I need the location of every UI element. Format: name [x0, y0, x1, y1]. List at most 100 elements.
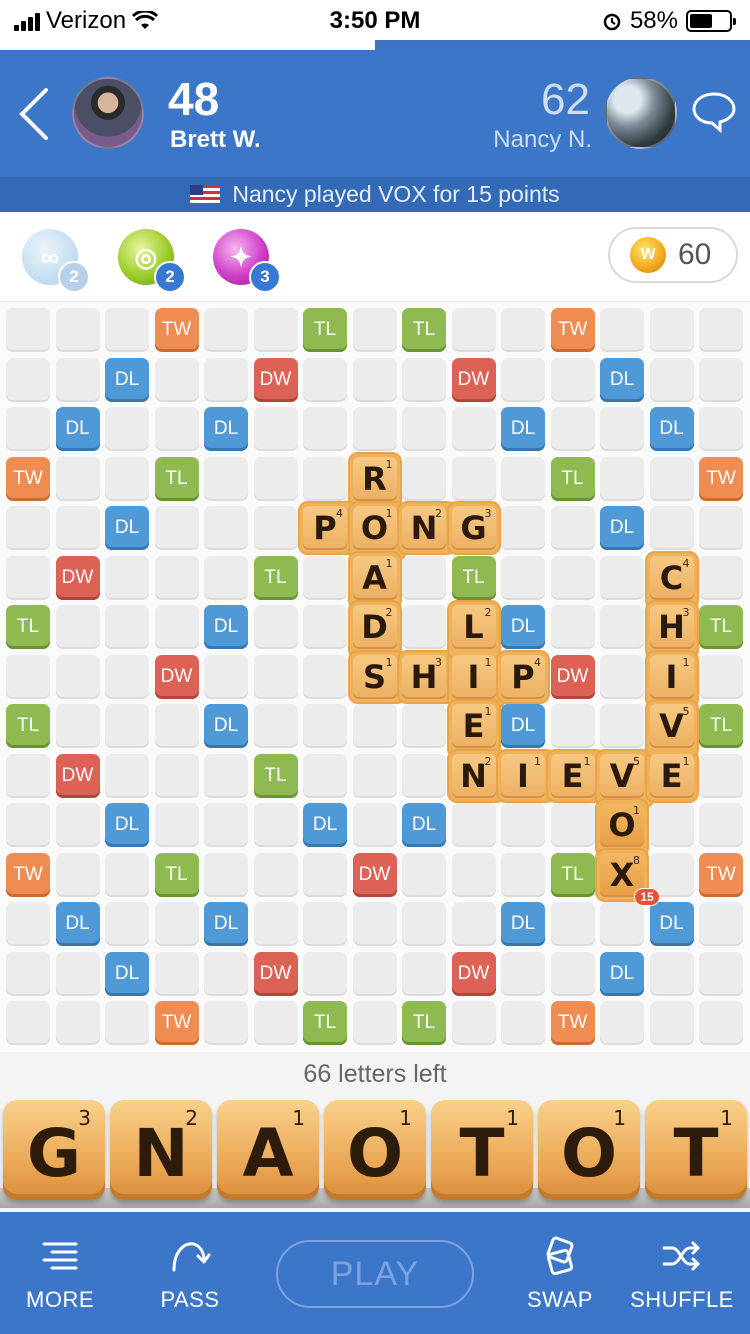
back-button[interactable] [14, 86, 54, 142]
hindsight-powerup[interactable]: ◎ 2 [118, 229, 186, 293]
board-cell[interactable] [253, 902, 298, 946]
board-cell[interactable] [55, 1001, 100, 1045]
bonus-cell-dl[interactable]: DL [600, 357, 644, 402]
board-cell[interactable] [649, 506, 694, 550]
board-cell[interactable] [402, 704, 446, 748]
board-cell[interactable] [55, 357, 100, 402]
bonus-cell-tl[interactable]: TL [699, 605, 743, 649]
board-cell[interactable] [204, 803, 248, 847]
board-cell[interactable] [253, 654, 298, 699]
board-cell[interactable] [303, 605, 347, 649]
bonus-cell-dl[interactable]: DL [204, 407, 248, 451]
board-cell[interactable] [105, 605, 149, 649]
board-cell[interactable] [352, 902, 397, 946]
board-cell[interactable] [303, 902, 347, 946]
board-cell[interactable] [6, 902, 50, 946]
board-cell[interactable] [402, 902, 446, 946]
board-cell[interactable] [699, 506, 743, 550]
board-cell[interactable] [600, 902, 644, 946]
board-cell[interactable] [303, 357, 347, 402]
bonus-cell-dw[interactable]: DW [55, 753, 100, 798]
board-cell[interactable] [501, 1001, 545, 1045]
board-cell[interactable] [649, 456, 694, 501]
board-cell[interactable] [105, 555, 149, 600]
board-cell[interactable] [204, 1001, 248, 1045]
board-cell[interactable] [154, 605, 199, 649]
board-cell[interactable] [699, 902, 743, 946]
bonus-cell-dw[interactable]: DW [451, 951, 496, 996]
board-cell[interactable] [253, 852, 298, 897]
bonus-cell-tw[interactable]: TW [6, 852, 50, 897]
board-cell[interactable] [105, 753, 149, 798]
board-cell[interactable] [204, 852, 248, 897]
board-cell[interactable] [649, 308, 694, 352]
board-cell[interactable] [451, 852, 496, 897]
board-cell[interactable] [649, 1001, 694, 1045]
board-cell[interactable] [352, 308, 397, 352]
board-cell[interactable] [550, 506, 595, 550]
board-cell[interactable] [402, 605, 446, 649]
board-cell[interactable] [6, 753, 50, 798]
board-cell[interactable] [6, 555, 50, 600]
bonus-cell-dl[interactable]: DL [501, 704, 545, 748]
board-cell[interactable] [204, 456, 248, 501]
board-cell[interactable] [55, 951, 100, 996]
board-cell[interactable] [699, 407, 743, 451]
board-cell[interactable] [6, 803, 50, 847]
bonus-cell-dl[interactable]: DL [649, 407, 694, 451]
bonus-cell-tw[interactable]: TW [699, 852, 743, 897]
board-cell[interactable] [154, 803, 199, 847]
board-cell[interactable] [303, 555, 347, 600]
board-cell[interactable] [451, 803, 496, 847]
bonus-cell-dw[interactable]: DW [352, 852, 397, 897]
board-cell[interactable] [55, 456, 100, 501]
bonus-cell-dl[interactable]: DL [204, 605, 248, 649]
board-cell[interactable] [105, 407, 149, 451]
bonus-cell-dl[interactable]: DL [501, 407, 545, 451]
board-cell[interactable] [253, 456, 298, 501]
bonus-cell-dl[interactable]: DL [105, 951, 149, 996]
board-cell[interactable] [402, 852, 446, 897]
bonus-cell-tw[interactable]: TW [154, 308, 199, 352]
board-cell[interactable] [352, 357, 397, 402]
board-cell[interactable] [649, 803, 694, 847]
board-cell[interactable] [55, 605, 100, 649]
bonus-cell-tl[interactable]: TL [699, 704, 743, 748]
board-cell[interactable] [154, 951, 199, 996]
board-cell[interactable] [699, 803, 743, 847]
rack-tile[interactable]: A1 [217, 1100, 319, 1200]
board-cell[interactable] [55, 654, 100, 699]
game-board[interactable]: TW TL TL TW DL DW DW DL DL DL DL DL TW TL TL TW DL DL DW TL… [0, 302, 750, 1052]
bonus-cell-tl[interactable]: TL [550, 852, 595, 897]
board-cell[interactable] [402, 456, 446, 501]
board-cell[interactable] [550, 704, 595, 748]
board-cell[interactable] [303, 456, 347, 501]
board-cell[interactable] [600, 605, 644, 649]
word-radar-powerup[interactable]: ∞ 2 [22, 229, 90, 293]
bonus-cell-tw[interactable]: TW [550, 308, 595, 352]
board-cell[interactable] [451, 407, 496, 451]
board-cell[interactable] [550, 605, 595, 649]
bonus-cell-tl[interactable]: TL [154, 852, 199, 897]
board-cell[interactable] [204, 555, 248, 600]
board-cell[interactable] [105, 902, 149, 946]
bonus-cell-dl[interactable]: DL [600, 951, 644, 996]
player-avatar[interactable] [72, 77, 144, 149]
board-cell[interactable] [154, 357, 199, 402]
board-cell[interactable] [699, 951, 743, 996]
board-cell[interactable] [6, 1001, 50, 1045]
board-cell[interactable] [600, 1001, 644, 1045]
board-cell[interactable] [253, 803, 298, 847]
board-cell[interactable] [204, 506, 248, 550]
bonus-cell-tl[interactable]: TL [303, 1001, 347, 1045]
bonus-cell-tl[interactable]: TL [6, 704, 50, 748]
board-cell[interactable] [154, 902, 199, 946]
bonus-cell-tw[interactable]: TW [154, 1001, 199, 1045]
bonus-cell-tw[interactable]: TW [550, 1001, 595, 1045]
board-cell[interactable] [550, 951, 595, 996]
board-cell[interactable] [6, 407, 50, 451]
board-cell[interactable] [600, 407, 644, 451]
board-cell[interactable] [55, 803, 100, 847]
rack-tile[interactable]: N2 [110, 1100, 212, 1200]
board-cell[interactable] [550, 803, 595, 847]
